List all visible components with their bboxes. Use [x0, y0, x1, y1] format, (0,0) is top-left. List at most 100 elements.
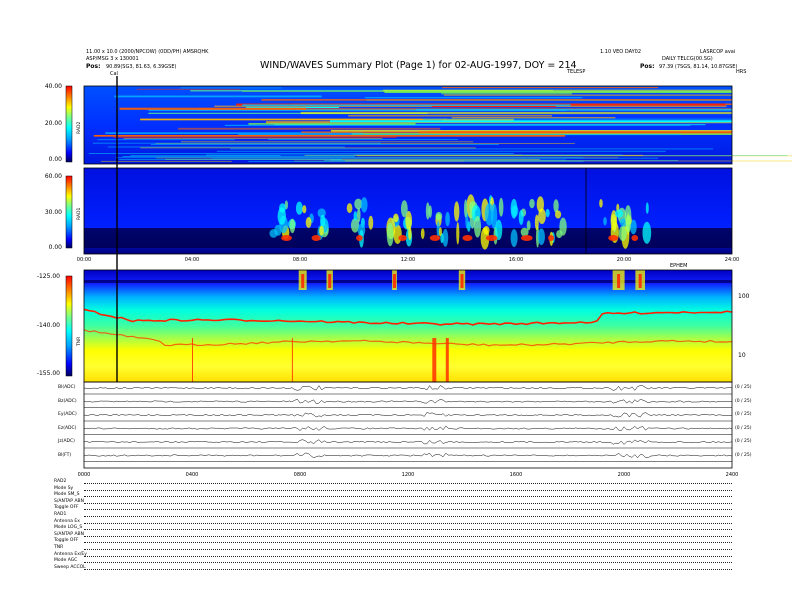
tnr-burst-core — [328, 274, 332, 288]
rad1-colorbar — [65, 175, 73, 249]
bottom-time-tick: 1200 — [401, 472, 415, 478]
setting-row-line — [84, 535, 732, 537]
rad2-band — [330, 159, 566, 161]
wave-row-scale: (0 / 25) — [735, 439, 752, 444]
rad2-panel — [65, 85, 792, 165]
rad1-burst — [368, 215, 374, 230]
bottom-time-tick: 2400 — [725, 472, 739, 478]
rad2-band — [356, 155, 792, 157]
rad1-burst-core — [548, 235, 555, 241]
ephem-tag: EPHEM — [670, 263, 688, 269]
rad1-tick-bottom: 0.00 — [48, 244, 62, 251]
rad1-burst — [498, 197, 504, 217]
rad2-tick-top: 40.00 — [44, 83, 62, 90]
setting-row-label: Mode AGC — [54, 558, 78, 564]
wave-row-label: Bz(ADC) — [58, 398, 77, 404]
rad1-burst — [645, 202, 649, 214]
rad1-burst — [357, 207, 361, 223]
rad2-band — [230, 148, 714, 150]
rad2-band — [423, 118, 732, 120]
summary-plot — [65, 76, 792, 469]
rad1-burst — [518, 209, 524, 225]
bottom-time-tick: 0400 — [185, 472, 199, 478]
setting-row-line — [84, 496, 732, 498]
rad2-band — [97, 139, 235, 141]
rad1-burst — [305, 216, 312, 229]
wave-trace — [84, 425, 733, 431]
rad1-burst — [435, 211, 443, 221]
setting-row-label: Antenna Ex — [54, 518, 80, 524]
wave-row-scale: (0 / 25) — [735, 398, 752, 404]
setting-row-line — [84, 562, 732, 564]
rad1-burst — [393, 213, 399, 223]
rad1-burst — [456, 222, 460, 245]
time-tick: 20:00 — [616, 257, 632, 263]
rad1-burst-core — [281, 235, 292, 241]
setting-row-label: Sweep ACCOL — [54, 564, 86, 570]
rad2-band — [118, 159, 342, 160]
rad1-tick-top: 60.00 — [44, 173, 62, 180]
setting-row-line — [84, 542, 732, 544]
tnr-burst-core — [393, 274, 396, 288]
rad1-burst — [445, 211, 450, 227]
rad1-burst-core — [631, 235, 639, 241]
rad2-band — [122, 156, 355, 157]
tnr-tick-bottom: -155.00 — [36, 370, 60, 377]
time-tick: 00:00 — [76, 257, 92, 263]
time-tick: 04:00 — [184, 257, 200, 263]
rad2-band — [92, 142, 381, 144]
tnr-panel — [65, 269, 733, 383]
rad2-tick-mid: 20.00 — [44, 120, 62, 127]
rad2-band — [100, 160, 232, 162]
setting-row-label: Antenna Ex/Ey — [54, 551, 87, 557]
setting-row-label: Mode SM_S — [54, 492, 80, 498]
rad1-burst — [425, 202, 430, 220]
time-tick: 12:00 — [400, 257, 416, 263]
wave-trace — [83, 385, 733, 391]
rad2-band — [365, 97, 583, 99]
setting-row-line — [84, 489, 732, 491]
setting-row-line — [84, 502, 732, 504]
rad1-burst — [408, 227, 412, 241]
rad1-burst — [599, 198, 603, 208]
rad1-burst — [537, 228, 545, 246]
rad2-band — [348, 115, 552, 117]
rad1-burst — [274, 224, 282, 236]
wave-row-scale: (0 / 25) — [735, 385, 752, 390]
rad1-burst — [538, 208, 546, 225]
rad2-band — [180, 141, 474, 143]
setting-row-label: S/ANTAP ABN — [54, 531, 84, 537]
wave-row-label: Bl(FT) — [58, 452, 72, 458]
rad1-burst-core — [311, 235, 321, 241]
rad1-burst-core — [398, 235, 407, 241]
tnr-dark-band — [84, 280, 732, 283]
rad1-burst-core — [462, 235, 473, 241]
rad2-band — [88, 153, 514, 154]
rad1-burst — [400, 200, 408, 218]
rad1-burst — [624, 205, 632, 227]
wave-row-label: Ey(ADC) — [58, 412, 77, 417]
rad2-band — [441, 87, 659, 89]
rad2-band — [224, 124, 691, 126]
setting-row-label: Toggle OFF — [54, 538, 79, 544]
rad1-burst — [510, 198, 518, 219]
wave-trace — [83, 452, 733, 459]
rad1-burst — [510, 229, 518, 248]
tnr-right-tick-100: 100 — [738, 293, 750, 300]
wave-row-scale: (0 / 25) — [735, 452, 752, 458]
setting-row-line — [84, 509, 732, 511]
rad2-band — [93, 134, 566, 137]
rad1-burst — [302, 205, 307, 214]
rad1-tick-mid: 30.00 — [44, 209, 62, 216]
bottom-time-tick: 1600 — [509, 472, 523, 478]
rad1-burst — [360, 197, 368, 213]
rad2-band — [242, 90, 386, 92]
rad2-band — [123, 138, 383, 139]
setting-row-label: Mode Sy — [54, 485, 74, 491]
tnr-burst-core — [301, 274, 305, 288]
rad1-burst — [484, 202, 494, 226]
setting-row-line — [84, 568, 732, 570]
tnr-spectrogram — [84, 270, 732, 382]
rad2-band — [180, 87, 282, 89]
rad2-band — [416, 108, 732, 111]
